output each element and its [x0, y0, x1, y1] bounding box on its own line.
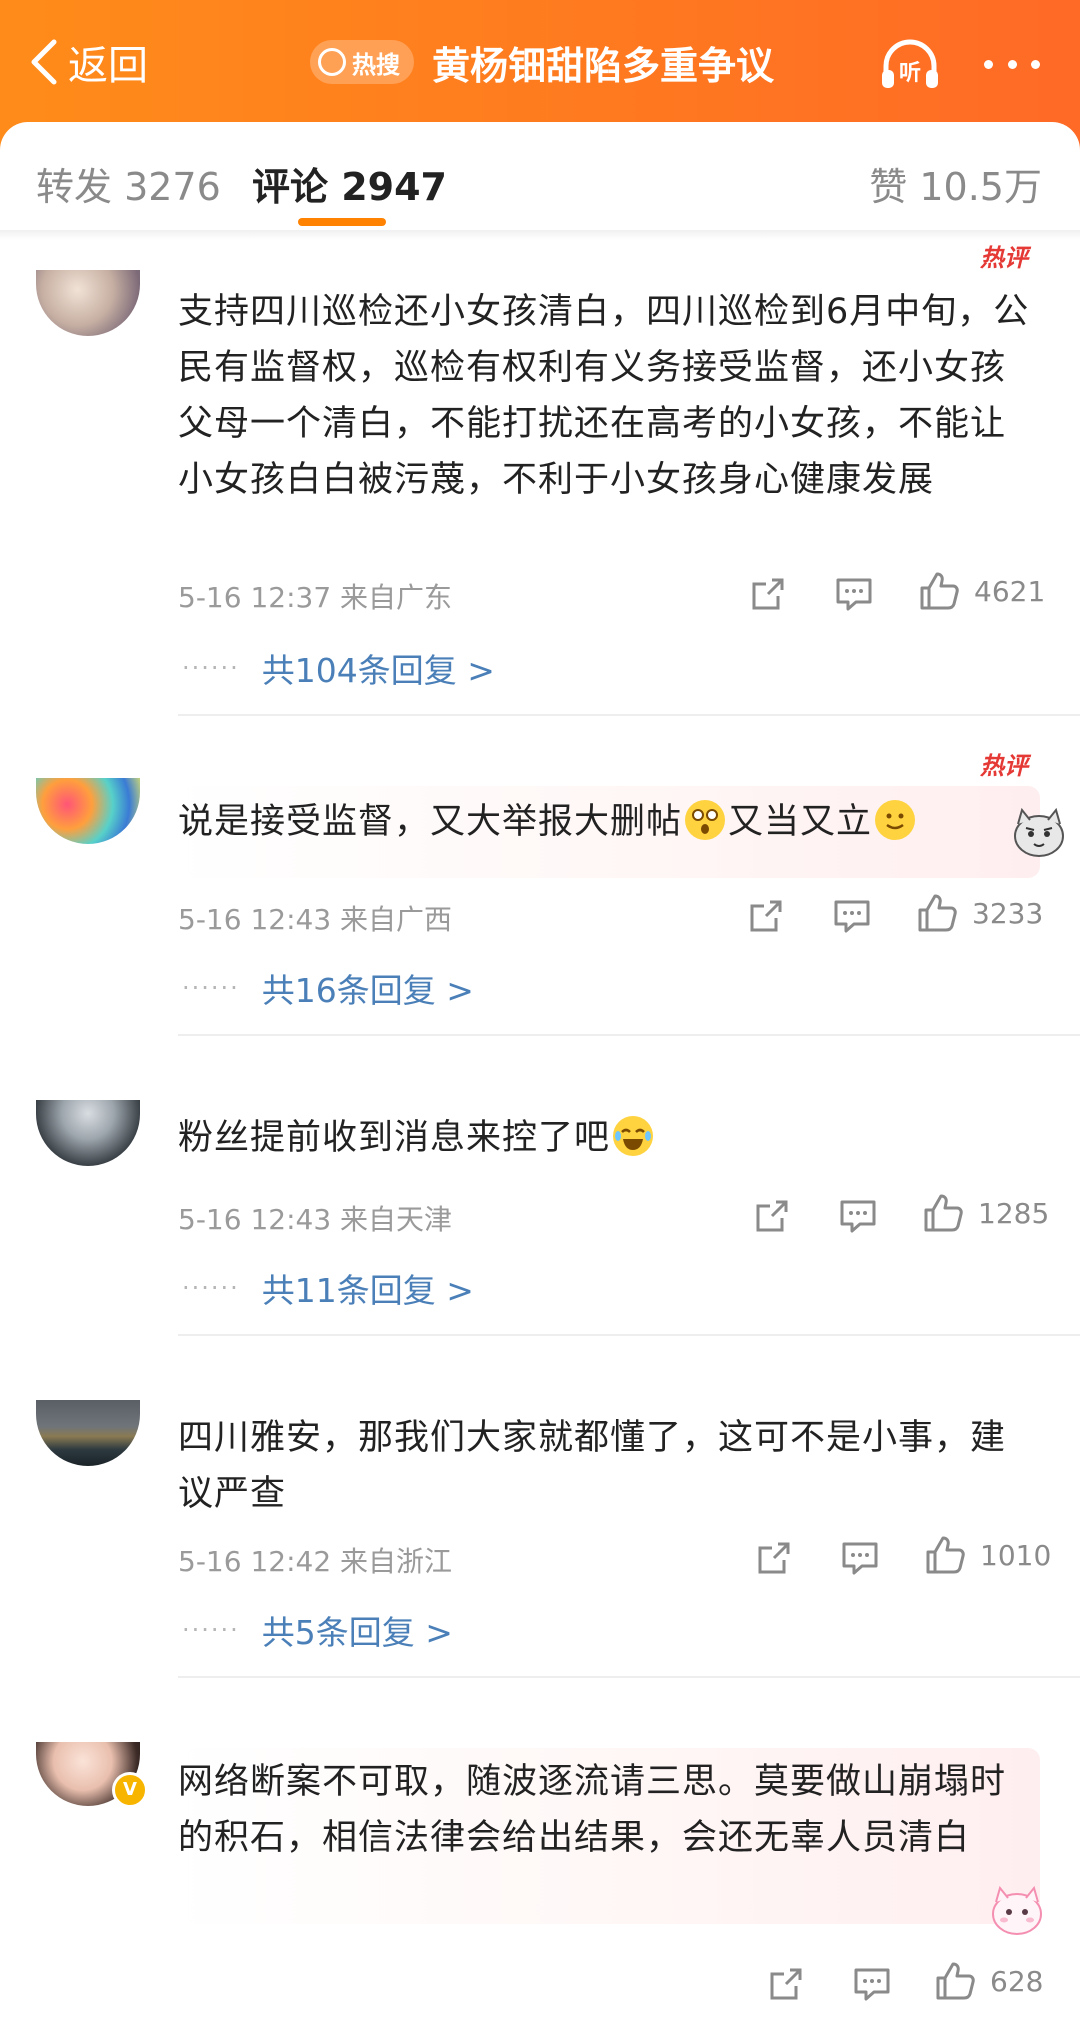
- replies-count: 共104条回复 >: [261, 651, 495, 690]
- share-icon: [756, 1200, 788, 1232]
- like-count: 4621: [974, 574, 1046, 608]
- back-label: 返回: [68, 43, 148, 89]
- like-count: 1285: [978, 1196, 1050, 1230]
- comment-meta: 5-16 12:37 来自广东: [178, 581, 453, 614]
- comment-button[interactable]: [838, 1196, 878, 1236]
- replies-leader-icon: ······: [182, 1616, 240, 1644]
- replies-count: 共5条回复 >: [261, 1613, 453, 1652]
- view-replies-link[interactable]: ······ 共11条回复 >: [182, 1264, 474, 1312]
- thumbs-up-icon: [918, 894, 957, 932]
- active-tab-indicator: [298, 218, 386, 226]
- comment-divider: [178, 1676, 1080, 1678]
- comment-icon: [842, 1542, 878, 1575]
- comment-meta: 5-16 12:43 来自天津: [178, 1203, 453, 1236]
- avatar[interactable]: [36, 410, 140, 482]
- tab-bar-shadow: [0, 230, 1080, 240]
- comment-text: 支持四川巡检还小女孩清白，四川巡检到6月中旬，公民有监督权，巡检有权利有义务接受…: [178, 292, 1030, 500]
- page-title: 黄杨钿甜陷多重争议: [432, 43, 775, 88]
- comment-text: 四川雅安，那我们大家就都懂了，这可不是小事，建议严查: [178, 1418, 1007, 1514]
- thumbs-up-icon: [924, 1194, 963, 1232]
- hot-comment-badge: 热评: [980, 244, 1028, 272]
- repost-button[interactable]: [766, 1964, 806, 2004]
- comment-button[interactable]: [834, 574, 874, 614]
- comment-icon: [834, 900, 870, 933]
- comment-text: 说是接受监督，又大举报大删帖 又当又立: [178, 794, 1036, 850]
- comment-meta: 5-16 12:43 来自广西: [178, 903, 453, 936]
- shocked-face-emoji-icon: [685, 800, 726, 840]
- listen-button[interactable]: 听: [878, 36, 942, 92]
- comment-text-part: 又当又立: [728, 802, 873, 842]
- view-replies-link[interactable]: ······ 共104条回复 >: [182, 644, 495, 692]
- like-count: 1010: [980, 1538, 1052, 1572]
- laughing-tears-emoji-icon: [613, 1116, 654, 1156]
- comment-text-part: 说是接受监督，又大举报大删帖: [178, 802, 683, 842]
- back-button[interactable]: 返回: [28, 34, 148, 90]
- tab-likes[interactable]: 赞 10.5万: [869, 156, 1042, 211]
- repost-button[interactable]: [754, 1538, 794, 1578]
- tab-comments[interactable]: 评论 2947: [252, 156, 447, 211]
- tab-repost[interactable]: 转发 3276: [36, 156, 221, 211]
- cat-sticker-icon: [982, 1880, 1052, 1938]
- share-icon: [770, 1968, 802, 2000]
- comment-divider: [178, 1034, 1080, 1036]
- repost-button[interactable]: [752, 1196, 792, 1236]
- headphones-icon: 听: [882, 39, 938, 88]
- more-dot-icon: [1007, 59, 1017, 69]
- replies-leader-icon: ······: [182, 1274, 240, 1302]
- replies-leader-icon: ······: [182, 974, 240, 1002]
- thumbs-up-icon: [926, 1536, 965, 1574]
- title-area: 热搜 黄杨钿甜陷多重争议: [310, 30, 774, 94]
- more-options-button[interactable]: [984, 48, 1040, 80]
- comment-icon: [836, 578, 872, 611]
- search-icon: [318, 48, 346, 76]
- comment-button[interactable]: [852, 1964, 892, 2004]
- smile-emoji-icon: [875, 800, 916, 840]
- like-button[interactable]: 1010: [924, 1534, 1051, 1576]
- more-dot-icon: [1031, 59, 1040, 69]
- comment-text: 粉丝提前收到消息来控了吧: [178, 1110, 1036, 1166]
- like-count: 628: [990, 1964, 1044, 1998]
- comment-text: 网络断案不可取，随波逐流请三思。莫要做山崩塌时的积石，相信法律会给出结果，会还无…: [178, 1762, 1007, 1858]
- comment-divider: [178, 1334, 1080, 1336]
- comment-button[interactable]: [832, 896, 872, 936]
- comment-button[interactable]: [840, 1538, 880, 1578]
- like-button[interactable]: 3233: [916, 892, 1043, 934]
- share-icon: [750, 900, 782, 932]
- like-button[interactable]: 628: [934, 1960, 1043, 2002]
- hot-comment-badge: 热评: [980, 752, 1028, 780]
- comment-icon: [840, 1200, 876, 1233]
- replies-count: 共16条回复 >: [261, 971, 474, 1010]
- like-count: 3233: [972, 896, 1044, 930]
- listen-label: 听: [899, 61, 921, 86]
- verified-badge-icon: V: [112, 1772, 148, 1808]
- hot-search-tag[interactable]: 热搜: [310, 40, 414, 84]
- cat-sticker-icon: [1004, 802, 1074, 860]
- view-replies-link[interactable]: ······ 共16条回复 >: [182, 964, 474, 1012]
- thumbs-up-icon: [936, 1962, 975, 2000]
- hot-search-label: 热搜: [352, 50, 400, 79]
- replies-count: 共11条回复 >: [261, 1271, 474, 1310]
- comment-divider: [178, 714, 1080, 716]
- comment-meta: 5-16 12:42 来自浙江: [178, 1545, 453, 1578]
- like-button[interactable]: 1285: [922, 1192, 1049, 1234]
- thumbs-up-icon: [920, 572, 959, 610]
- share-icon: [758, 1542, 790, 1574]
- more-dot-icon: [984, 59, 993, 69]
- share-icon: [752, 578, 784, 610]
- like-button[interactable]: 4621: [918, 570, 1045, 612]
- replies-leader-icon: ······: [182, 654, 240, 682]
- comment-icon: [854, 1968, 890, 2001]
- chevron-left-icon: [31, 39, 57, 85]
- repost-button[interactable]: [748, 574, 788, 614]
- tab-bar: 转发 3276 评论 2947 赞 10.5万: [0, 122, 1080, 230]
- comment-text-part: 粉丝提前收到消息来控了吧: [178, 1118, 611, 1158]
- repost-button[interactable]: [746, 896, 786, 936]
- view-replies-link[interactable]: ······ 共5条回复 >: [182, 1606, 453, 1654]
